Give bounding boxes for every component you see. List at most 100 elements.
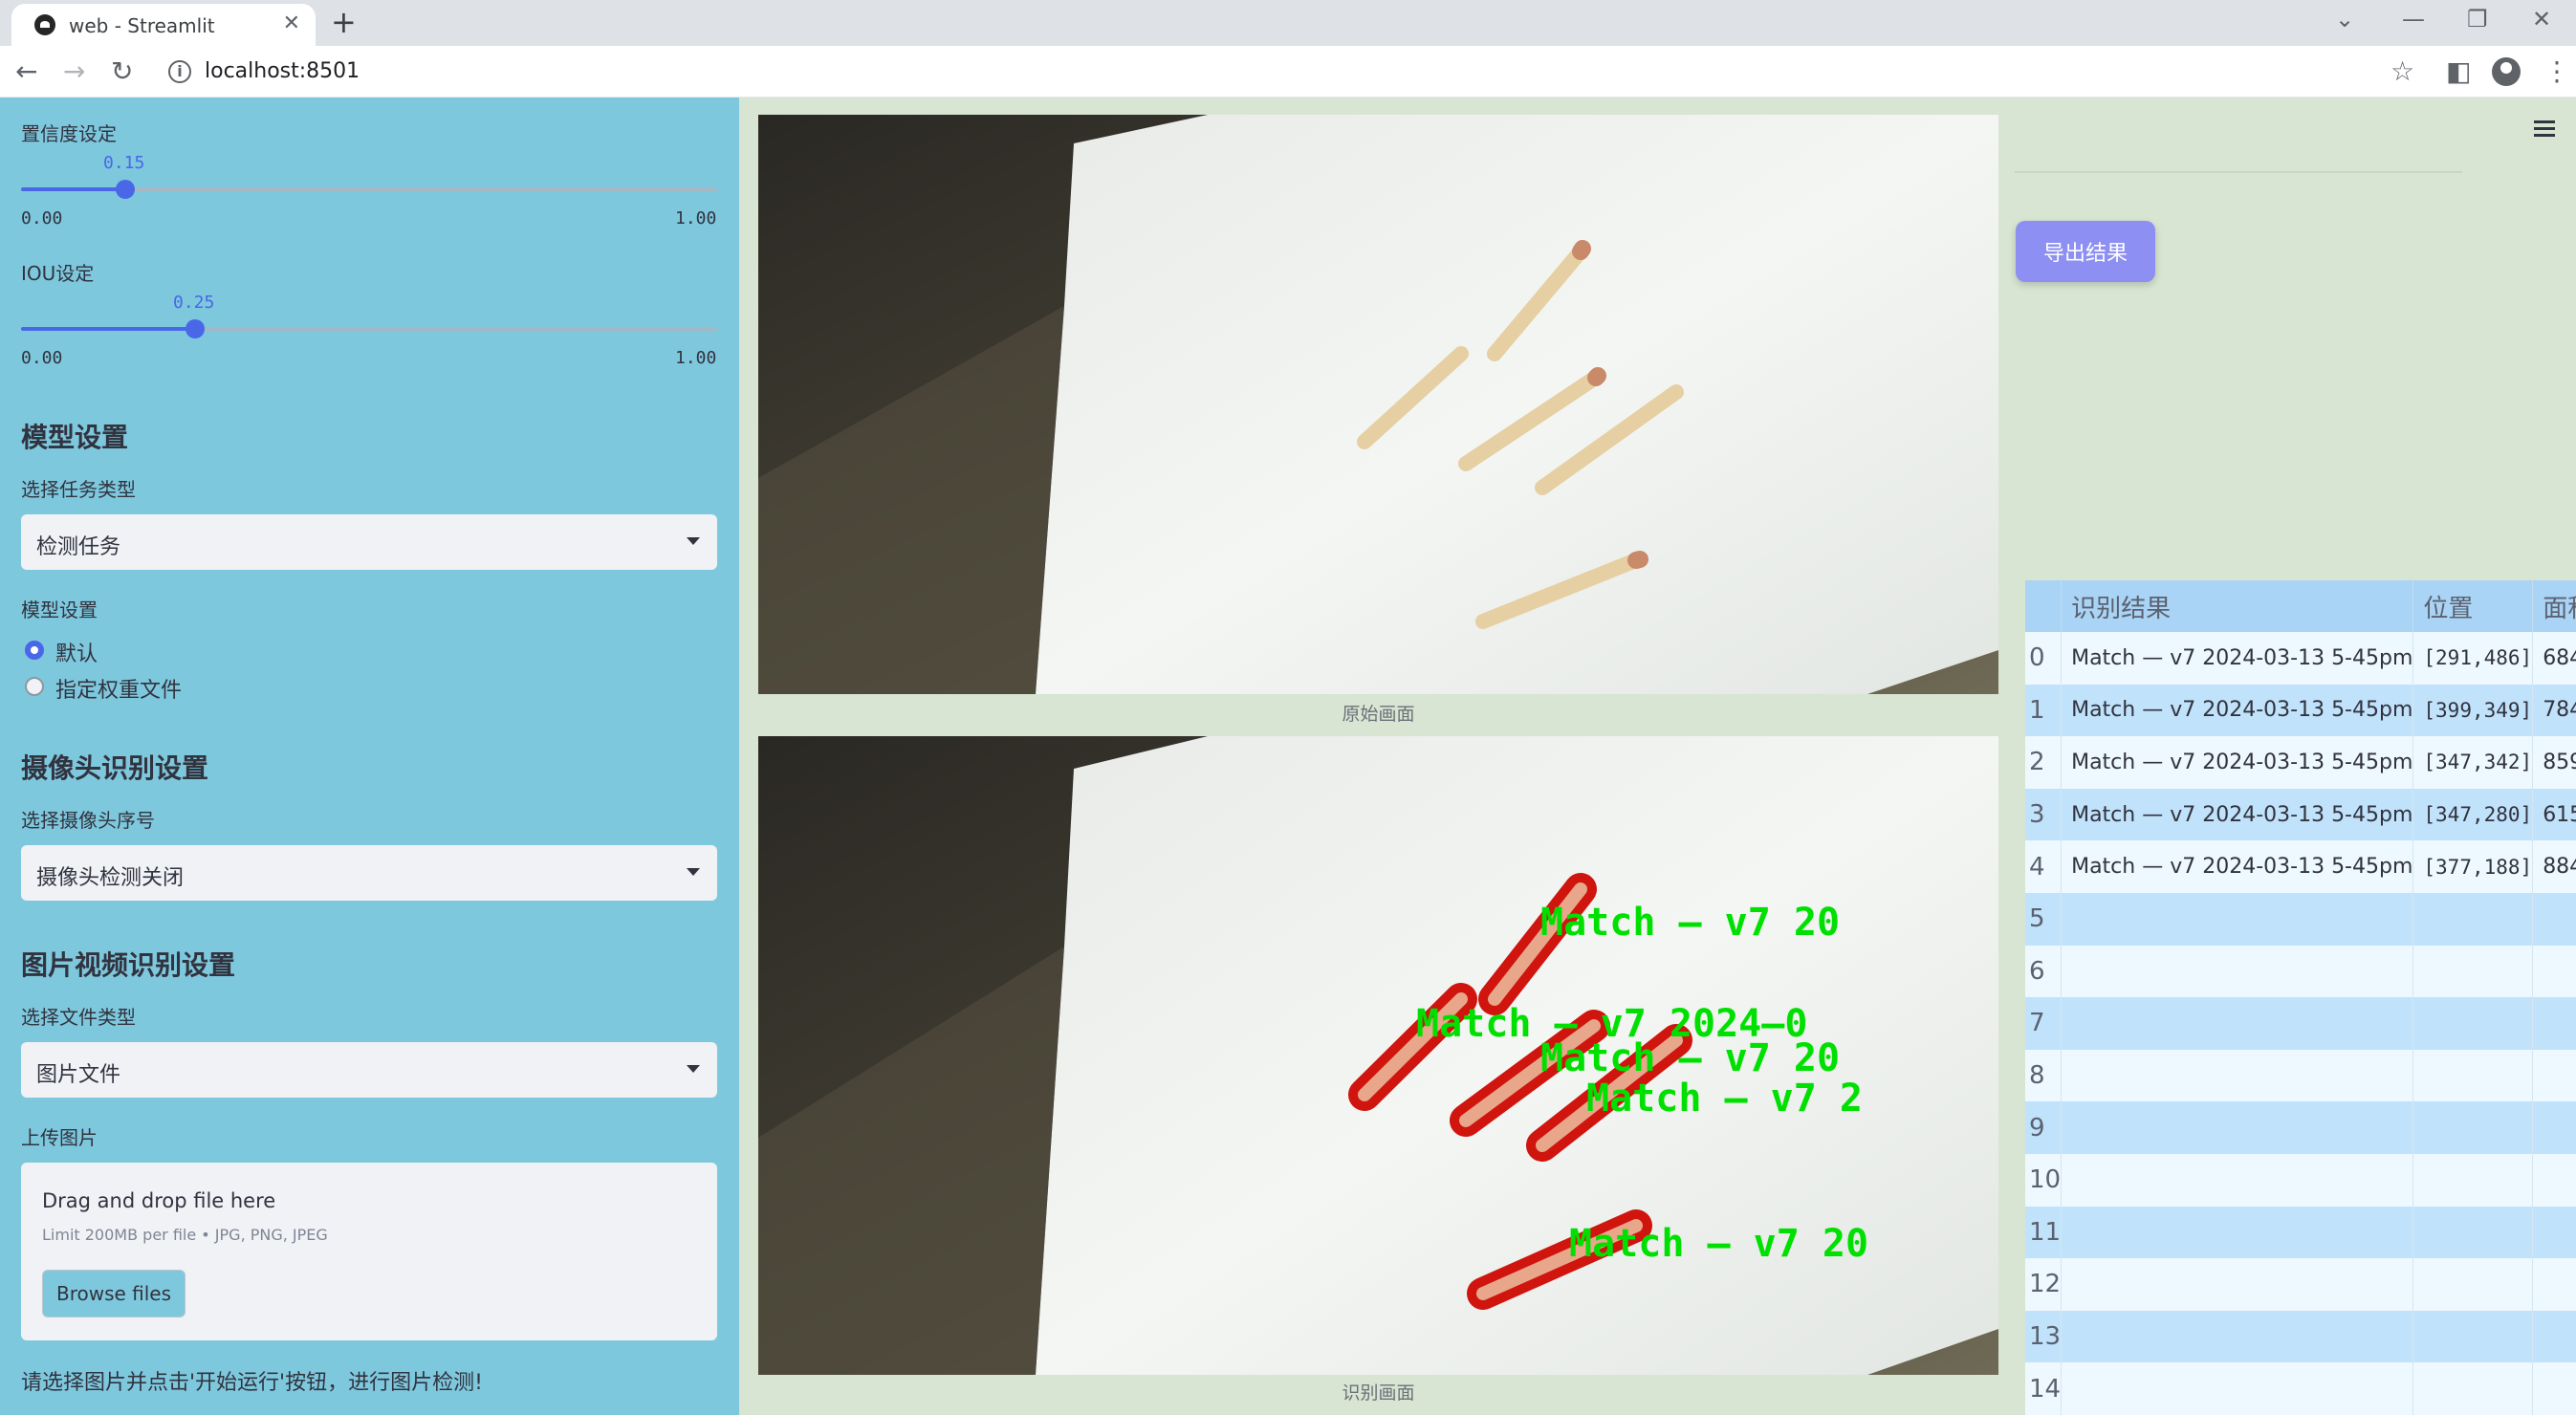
file-type-value: 图片文件 (36, 1063, 121, 1087)
media-section-title: 图片视频识别设置 (21, 949, 236, 981)
row-index: 1 (2025, 684, 2063, 737)
confidence-slider-thumb[interactable] (116, 180, 136, 199)
cell-area (2532, 1362, 2576, 1415)
table-row[interactable]: 5 (2025, 892, 2576, 946)
cell-position (2412, 1049, 2534, 1102)
header-area[interactable]: 面积 (2532, 580, 2576, 632)
browse-files-button[interactable]: Browse files (42, 1270, 186, 1317)
cell-area (2532, 1153, 2576, 1207)
cell-position: [347,342] (2412, 736, 2534, 789)
cell-result: Match — v7 2024-03-13 5-45pm (2061, 736, 2414, 789)
side-panel-icon[interactable]: ◧ (2446, 55, 2471, 87)
iou-slider-thumb[interactable] (186, 319, 205, 338)
close-tab-icon[interactable]: ✕ (283, 11, 300, 35)
cell-area (2532, 1258, 2576, 1311)
row-index: 6 (2025, 945, 2063, 998)
task-type-label: 选择任务类型 (21, 478, 136, 501)
result-image-caption: 识别画面 (1342, 1382, 1415, 1404)
iou-max: 1.00 (675, 348, 717, 368)
table-row[interactable]: 4 Match — v7 2024-03-13 5-45pm [377,188] 88… (2025, 840, 2576, 893)
results-table[interactable]: 识别结果 位置 面积 时间 0Match — v7 2024-03-13 5-4… (2025, 580, 2576, 1415)
cell-result (2061, 1049, 2414, 1102)
hamburger-menu-icon[interactable] (2534, 120, 2555, 138)
header-index (2025, 580, 2063, 632)
model-setting-label: 模型设置 (21, 599, 98, 621)
table-row[interactable]: 0 Match — v7 2024-03-13 5-45pm [291,486] 68… (2025, 632, 2576, 685)
confidence-slider[interactable] (21, 180, 717, 199)
cell-area: 784 (2532, 684, 2576, 737)
forward-icon[interactable]: → (63, 55, 85, 87)
row-index: 14 (2025, 1362, 2063, 1415)
address-bar: ← → ↻ i localhost:8501 ☆ ◧ ⋮ (0, 46, 2576, 98)
header-result[interactable]: 识别结果 (2061, 580, 2414, 632)
cell-position (2412, 892, 2534, 946)
table-row[interactable]: 8 (2025, 1049, 2576, 1102)
restore-icon[interactable]: ❐ (2467, 6, 2488, 33)
confidence-min: 0.00 (21, 208, 63, 229)
confidence-label: 置信度设定 (21, 122, 117, 145)
minimize-icon[interactable]: — (2402, 6, 2425, 33)
dropzone-title: Drag and drop file here (42, 1189, 276, 1212)
tab-title: web - Streamlit (69, 14, 215, 37)
cell-area (2532, 892, 2576, 946)
radio-default-circle[interactable] (25, 641, 44, 660)
detection-label: Match — v7 20 (1540, 901, 1840, 945)
profile-avatar-icon[interactable] (2492, 57, 2521, 86)
model-section-title: 模型设置 (21, 422, 129, 453)
radio-custom-weights-circle[interactable] (25, 677, 44, 696)
row-index: 3 (2025, 788, 2063, 841)
cell-result (2061, 997, 2414, 1050)
back-icon[interactable]: ← (15, 55, 37, 87)
cell-position (2412, 1206, 2534, 1259)
file-dropzone[interactable]: Drag and drop file here Limit 200MB per … (21, 1163, 717, 1340)
cell-position (2412, 1153, 2534, 1207)
reload-icon[interactable]: ↻ (111, 55, 133, 87)
browser-tab[interactable]: web - Streamlit ✕ (11, 4, 316, 46)
header-position[interactable]: 位置 (2412, 580, 2534, 632)
table-row[interactable]: 3 Match — v7 2024-03-13 5-45pm [347,280] 61… (2025, 788, 2576, 841)
cell-position: [377,188] (2412, 840, 2534, 893)
sidebar: 置信度设定 0.15 0.00 1.00 IOU设定 0.25 0.00 1.0… (0, 98, 739, 1415)
cell-result: Match — v7 2024-03-13 5-45pm (2061, 840, 2414, 893)
table-row[interactable]: 9 (2025, 1101, 2576, 1154)
iou-slider-fill (21, 327, 195, 331)
detection-label: Match — v7 20 (1540, 1036, 1840, 1080)
row-index: 12 (2025, 1258, 2063, 1311)
cell-position (2412, 997, 2534, 1050)
file-type-select[interactable]: 图片文件 (21, 1042, 717, 1098)
cell-result (2061, 945, 2414, 998)
url-field[interactable]: localhost:8501 (205, 59, 360, 83)
chevron-down-icon (687, 1065, 700, 1073)
chevron-down-icon (687, 537, 700, 545)
row-index: 4 (2025, 840, 2063, 893)
table-row[interactable]: 1 Match — v7 2024-03-13 5-45pm [399,349] 78… (2025, 684, 2576, 737)
browser-menu-icon[interactable]: ⋮ (2543, 55, 2570, 87)
row-index: 0 (2025, 632, 2063, 685)
table-row[interactable]: 11 (2025, 1206, 2576, 1259)
camera-select[interactable]: 摄像头检测关闭 (21, 845, 717, 901)
table-row[interactable]: 10 (2025, 1153, 2576, 1207)
cell-position (2412, 945, 2534, 998)
window-close-icon[interactable]: ✕ (2532, 6, 2551, 33)
task-type-select[interactable]: 检测任务 (21, 514, 717, 570)
table-row[interactable]: 6 (2025, 945, 2576, 998)
row-index: 5 (2025, 892, 2063, 946)
export-results-button[interactable]: 导出结果 (2016, 221, 2155, 282)
confidence-slider-fill (21, 187, 126, 191)
cell-position: [291,486] (2412, 632, 2534, 685)
table-row[interactable]: 7 (2025, 997, 2576, 1050)
table-row[interactable]: 12 (2025, 1258, 2576, 1311)
table-row[interactable]: 13 (2025, 1310, 2576, 1363)
bookmark-star-icon[interactable]: ☆ (2390, 55, 2414, 87)
new-tab-icon[interactable]: + (331, 4, 357, 40)
cell-area (2532, 1310, 2576, 1363)
iou-slider[interactable] (21, 319, 717, 338)
table-row[interactable]: 14 (2025, 1362, 2576, 1415)
detection-label: Match — v7 20 (1569, 1222, 1868, 1266)
site-info-icon[interactable]: i (168, 60, 191, 83)
table-row[interactable]: 2 Match — v7 2024-03-13 5-45pm [347,342] 85… (2025, 736, 2576, 789)
confidence-value: 0.15 (103, 153, 145, 173)
cell-area (2532, 997, 2576, 1050)
tab-search-chevron-icon[interactable]: ⌄ (2335, 6, 2354, 33)
cell-position: [399,349] (2412, 684, 2534, 737)
